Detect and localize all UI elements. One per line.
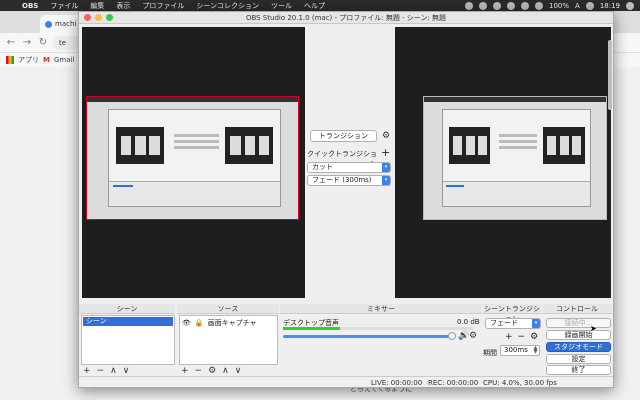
obs-status-icon[interactable] <box>479 1 487 10</box>
cpu-stats: CPU: 4.0%, 30.00 fps <box>483 379 557 387</box>
remove-source-icon[interactable]: − <box>195 366 203 376</box>
settings-button[interactable]: 設定 <box>546 354 611 364</box>
controls-dock-title: コントロール <box>542 304 612 314</box>
preview-canvas[interactable] <box>82 27 305 298</box>
back-icon[interactable]: ← <box>5 37 17 49</box>
scene-transitions-dock-title: シーントランジション <box>483 304 541 323</box>
chevron-down-icon: ▾ <box>382 176 390 185</box>
duration-label: 期間 <box>483 349 497 357</box>
dock-area: シーン シーン + − ∧ ∨ ソース 👁 🔒 画面キャプチャ + − ⚙ ∧ … <box>79 304 613 376</box>
forward-icon[interactable]: → <box>21 37 33 49</box>
mixer-gear-icon[interactable]: ⚙ <box>468 331 478 341</box>
menu-profile[interactable]: プロファイル <box>136 1 190 11</box>
time-machine-icon[interactable] <box>493 1 501 10</box>
live-time: LIVE: 00:00:00 <box>371 379 423 387</box>
scenes-list[interactable]: シーン <box>81 315 175 365</box>
transition-settings-gear-icon[interactable]: ⚙ <box>530 332 538 342</box>
apps-icon[interactable] <box>6 56 14 64</box>
menu-file[interactable]: ファイル <box>44 1 84 11</box>
clock[interactable]: 18:19 <box>600 2 620 10</box>
display-icon[interactable] <box>507 1 515 10</box>
connecting-button[interactable]: 接続中... <box>546 318 611 328</box>
rec-time: REC: 00:00:00 <box>428 379 479 387</box>
program-canvas[interactable] <box>395 27 611 298</box>
mouse-cursor-icon: ➤ <box>590 324 597 333</box>
wifi-icon[interactable] <box>521 1 529 10</box>
duration-field[interactable]: 300ms ▲ ▼ <box>500 345 540 356</box>
chevron-down-icon: ▾ <box>382 163 390 172</box>
add-transition-icon[interactable]: + <box>505 332 513 342</box>
scene-item[interactable]: シーン <box>83 317 173 326</box>
preview-scrollbar[interactable] <box>607 38 613 158</box>
move-up-icon[interactable]: ∧ <box>222 366 229 376</box>
scenes-toolbar: + − ∧ ∨ <box>83 366 129 376</box>
window-title: OBS Studio 20.1.0 (mac) - プロファイル: 無題 - シ… <box>245 14 447 22</box>
lock-icon[interactable]: 🔒 <box>195 319 204 327</box>
add-quick-transition-icon[interactable]: + <box>381 146 390 159</box>
sources-dock-title: ソース <box>177 304 279 314</box>
window-controls <box>84 14 113 21</box>
menu-help[interactable]: ヘルプ <box>298 1 331 11</box>
menu-list-icon[interactable] <box>626 1 634 10</box>
menu-tools[interactable]: ツール <box>265 1 298 11</box>
scenes-dock-title: シーン <box>79 304 175 314</box>
exit-button[interactable]: 終了 <box>546 365 611 375</box>
studio-mode-button[interactable]: スタジオモード <box>546 342 611 352</box>
mac-menubar: OBS ファイル 編集 表示 プロファイル シーンコレクション ツール ヘルプ … <box>0 0 640 11</box>
volume-slider-handle[interactable] <box>448 332 456 340</box>
screen-capture-preview[interactable] <box>86 96 299 220</box>
close-window-icon[interactable] <box>84 14 91 21</box>
input-source[interactable]: A <box>575 2 580 10</box>
menu-app-name[interactable]: OBS <box>16 2 44 10</box>
battery-percent[interactable]: 100% <box>549 2 569 10</box>
move-down-icon[interactable]: ∨ <box>123 366 130 376</box>
source-item[interactable]: 👁 🔒 画面キャプチャ <box>182 318 257 328</box>
source-label: 画面キャプチャ <box>207 319 257 327</box>
obs-window: OBS Studio 20.1.0 (mac) - プロファイル: 無題 - シ… <box>78 11 614 388</box>
transition-controls: トランジション ⚙ クイックトランジション + カット▾ フェード (300ms… <box>305 25 395 301</box>
transition-gear-icon[interactable]: ⚙ <box>381 131 391 141</box>
menu-view[interactable]: 表示 <box>110 1 136 11</box>
reload-icon[interactable]: ↻ <box>37 37 49 49</box>
menu-edit[interactable]: 編集 <box>84 1 110 11</box>
add-source-icon[interactable]: + <box>181 366 189 376</box>
mixer-dock-title: ミキサー <box>280 304 482 314</box>
sources-list[interactable]: 👁 🔒 画面キャプチャ <box>179 315 278 365</box>
transition-toolbar: + − ⚙ <box>505 332 538 342</box>
remove-scene-icon[interactable]: − <box>97 366 105 376</box>
program-capture-preview <box>423 96 607 220</box>
volume-slider[interactable] <box>283 332 456 340</box>
gmail-icon[interactable]: M <box>43 56 50 64</box>
eye-icon[interactable]: 👁 <box>182 319 191 327</box>
start-recording-button[interactable]: 録画開始 <box>546 330 611 340</box>
quick-transition-fade[interactable]: フェード (300ms) ▾ <box>307 175 391 186</box>
scene-transition-select[interactable]: フェード ▾ <box>485 318 541 329</box>
add-scene-icon[interactable]: + <box>83 366 91 376</box>
stepper-icon[interactable]: ▲ ▼ <box>532 346 539 355</box>
status-app-icon[interactable] <box>465 1 473 10</box>
tab-title: machi <box>55 20 77 28</box>
obs-titlebar: OBS Studio 20.1.0 (mac) - プロファイル: 無題 - シ… <box>79 12 613 24</box>
status-area: 100% A 18:19 <box>465 1 640 10</box>
menu-scene-collection[interactable]: シーンコレクション <box>190 1 265 11</box>
mixer-db-value: 0.0 dB <box>457 318 480 326</box>
transition-button[interactable]: トランジション <box>310 130 377 142</box>
zoom-window-icon[interactable] <box>106 14 113 21</box>
tab-favicon-icon <box>45 20 52 28</box>
sources-toolbar: + − ⚙ ∧ ∨ <box>181 366 241 376</box>
move-up-icon[interactable]: ∧ <box>110 366 117 376</box>
move-down-icon[interactable]: ∨ <box>235 366 242 376</box>
minimize-window-icon[interactable] <box>95 14 102 21</box>
search-icon[interactable] <box>585 1 594 10</box>
studio-preview-area: トランジション ⚙ クイックトランジション + カット▾ フェード (300ms… <box>79 25 613 301</box>
status-bar: LIVE: 00:00:00 REC: 00:00:00 CPU: 4.0%, … <box>79 376 613 388</box>
volume-icon[interactable] <box>535 1 543 10</box>
chevron-down-icon: ▾ <box>532 319 540 328</box>
bookmark-apps[interactable]: アプリ <box>18 55 39 65</box>
source-gear-icon[interactable]: ⚙ <box>208 366 216 376</box>
bookmark-gmail[interactable]: Gmail <box>54 56 74 64</box>
remove-transition-icon[interactable]: − <box>518 332 526 342</box>
audio-meter <box>283 327 473 330</box>
quick-transition-cut[interactable]: カット ▾ <box>307 162 391 173</box>
